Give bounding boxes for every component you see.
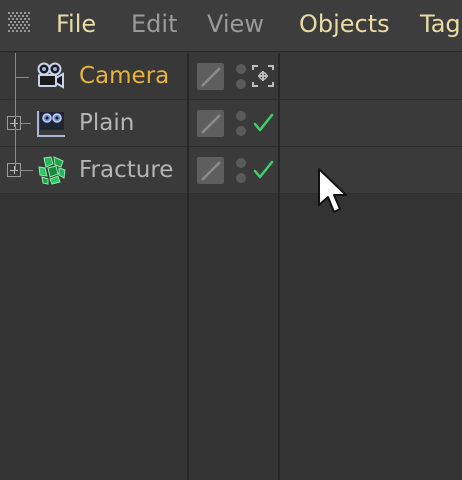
visibility-dots-icon[interactable] — [235, 62, 247, 92]
mouse-cursor-icon — [318, 168, 347, 213]
object-row-camera[interactable]: Camera — [0, 53, 462, 99]
object-name-fracture[interactable]: Fracture — [79, 155, 173, 185]
object-row-fracture[interactable]: Fracture — [0, 147, 462, 193]
menu-edit[interactable]: Edit — [131, 9, 177, 39]
menu-tags[interactable]: Tag — [420, 9, 461, 39]
object-row-plain[interactable]: Plain — [0, 100, 462, 146]
visibility-dots-icon[interactable] — [235, 156, 247, 186]
visibility-dots-icon[interactable] — [235, 109, 247, 139]
object-manager: File Edit View Objects Tag Camera Plain … — [0, 0, 462, 480]
panel-grip-icon[interactable] — [6, 10, 34, 38]
tree-branch-line — [21, 170, 33, 171]
camera-icon — [37, 62, 64, 89]
row-separator — [0, 193, 462, 194]
expand-toggle-plain[interactable] — [7, 116, 21, 130]
expand-toggle-fracture[interactable] — [7, 163, 21, 177]
plain-effector-icon — [37, 111, 65, 137]
object-name-plain[interactable]: Plain — [79, 108, 134, 138]
checkmark-icon[interactable] — [250, 156, 276, 184]
menu-objects[interactable]: Objects — [299, 9, 390, 39]
object-name-camera[interactable]: Camera — [79, 61, 169, 91]
tree-branch-line — [21, 123, 31, 124]
column-divider-name[interactable] — [187, 53, 189, 480]
checkmark-icon[interactable] — [250, 109, 276, 137]
menu-bar: File Edit View Objects Tag — [0, 0, 462, 52]
column-divider-tags[interactable] — [278, 53, 280, 480]
menu-view[interactable]: View — [207, 9, 264, 39]
fracture-icon — [38, 156, 66, 185]
layer-toggle-icon[interactable] — [197, 110, 224, 137]
layer-toggle-icon[interactable] — [197, 157, 224, 184]
layer-toggle-icon[interactable] — [197, 63, 224, 90]
menu-file[interactable]: File — [56, 9, 96, 39]
tree-trunk-line — [15, 53, 16, 171]
camera-target-icon[interactable] — [250, 62, 276, 90]
tree-branch-line — [15, 77, 29, 78]
object-tree: Camera Plain Fracture — [0, 53, 462, 480]
